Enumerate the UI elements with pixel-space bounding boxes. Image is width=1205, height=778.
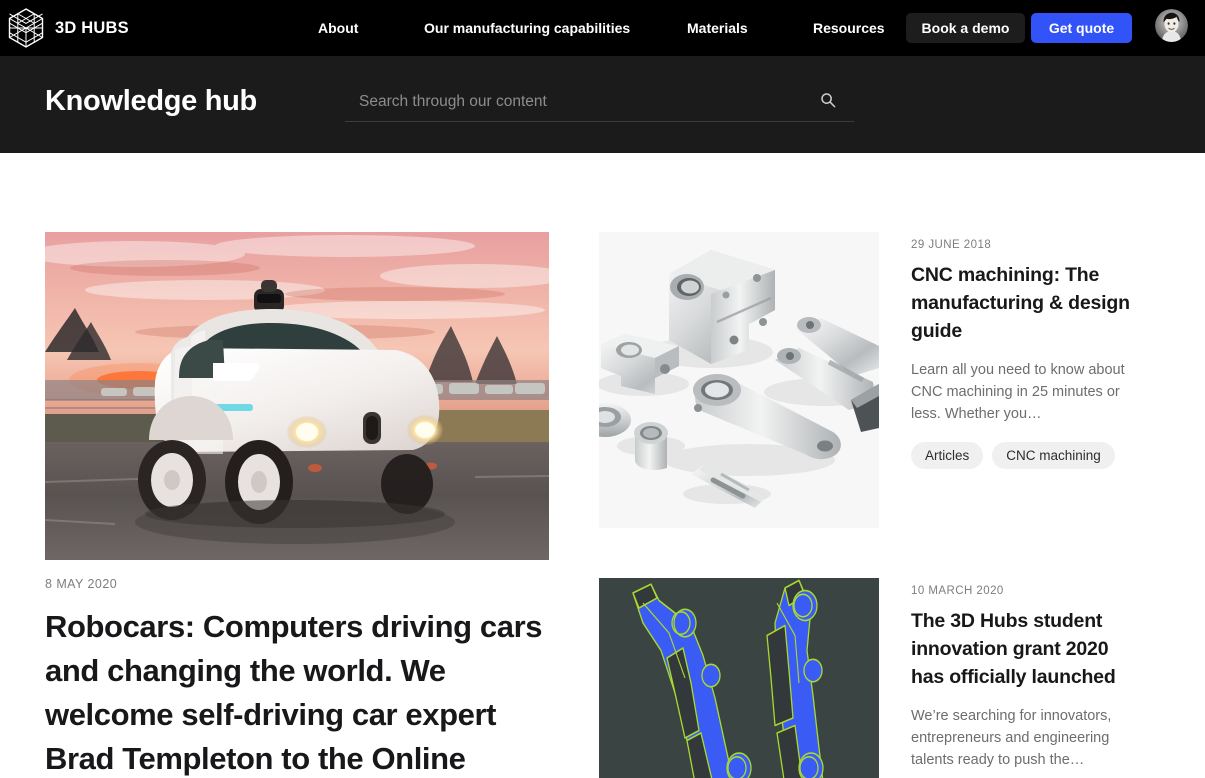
tag-cnc-machining[interactable]: CNC machining: [992, 442, 1115, 469]
article-thumbnail[interactable]: [599, 578, 879, 778]
article-list-column: 29 JUNE 2018 CNC machining: The manufact…: [599, 153, 1155, 778]
article-card-body: 29 JUNE 2018 CNC machining: The manufact…: [911, 232, 1141, 528]
search-icon[interactable]: [820, 92, 836, 113]
article-date: 29 JUNE 2018: [911, 239, 992, 251]
feature-article-title[interactable]: Robocars: Computers driving cars and cha…: [45, 605, 549, 778]
article-excerpt: We’re searching for innovators, entrepre…: [911, 708, 1112, 768]
feature-article-column: 8 MAY 2020 Robocars: Computers driving c…: [45, 153, 549, 778]
cad-wireframe-robot-legs-icon: [599, 578, 879, 778]
brand-name: 3D HUBS: [55, 18, 129, 37]
article-excerpt: Learn all you need to know about CNC mac…: [911, 362, 1125, 422]
tag-articles[interactable]: Articles: [911, 442, 984, 469]
brand-logo-link[interactable]: 3D HUBS: [8, 8, 129, 48]
get-quote-button[interactable]: Get quote: [1031, 13, 1132, 43]
article-date: 10 MARCH 2020: [911, 585, 1004, 597]
knowledge-hub-header: Knowledge hub: [0, 56, 1205, 153]
article-tags: Articles CNC machining: [911, 442, 1141, 469]
article-thumbnail[interactable]: [599, 232, 879, 528]
avatar-photo-icon: [1155, 9, 1188, 42]
article-title[interactable]: The 3D Hubs student innovation grant 202…: [911, 607, 1141, 691]
search-input[interactable]: [345, 93, 820, 117]
search-bar: [345, 89, 854, 122]
nav-link-materials[interactable]: Materials: [687, 20, 748, 36]
hex-lattice-logo-icon: [8, 8, 44, 48]
knowledge-hub-content: 8 MAY 2020 Robocars: Computers driving c…: [0, 153, 1205, 778]
feature-article-date: 8 MAY 2020: [45, 577, 118, 591]
article-card: 29 JUNE 2018 CNC machining: The manufact…: [599, 232, 1155, 528]
nav-link-resources[interactable]: Resources: [813, 20, 885, 36]
avatar[interactable]: [1155, 9, 1188, 42]
feature-article-image[interactable]: [45, 232, 549, 560]
self-driving-car-photo-icon: [45, 232, 549, 560]
nav-link-about[interactable]: About: [318, 20, 358, 36]
article-card: 10 MARCH 2020 The 3D Hubs student innova…: [599, 578, 1155, 778]
article-title[interactable]: CNC machining: The manufacturing & desig…: [911, 261, 1141, 345]
nav-link-capabilities[interactable]: Our manufacturing capabilities: [424, 20, 630, 36]
machined-aluminium-parts-photo-icon: [599, 232, 879, 528]
article-card-body: 10 MARCH 2020 The 3D Hubs student innova…: [911, 578, 1141, 778]
book-a-demo-button[interactable]: Book a demo: [906, 13, 1025, 43]
top-navigation-bar: 3D HUBS About Our manufacturing capabili…: [0, 0, 1205, 56]
page-title: Knowledge hub: [45, 85, 257, 117]
